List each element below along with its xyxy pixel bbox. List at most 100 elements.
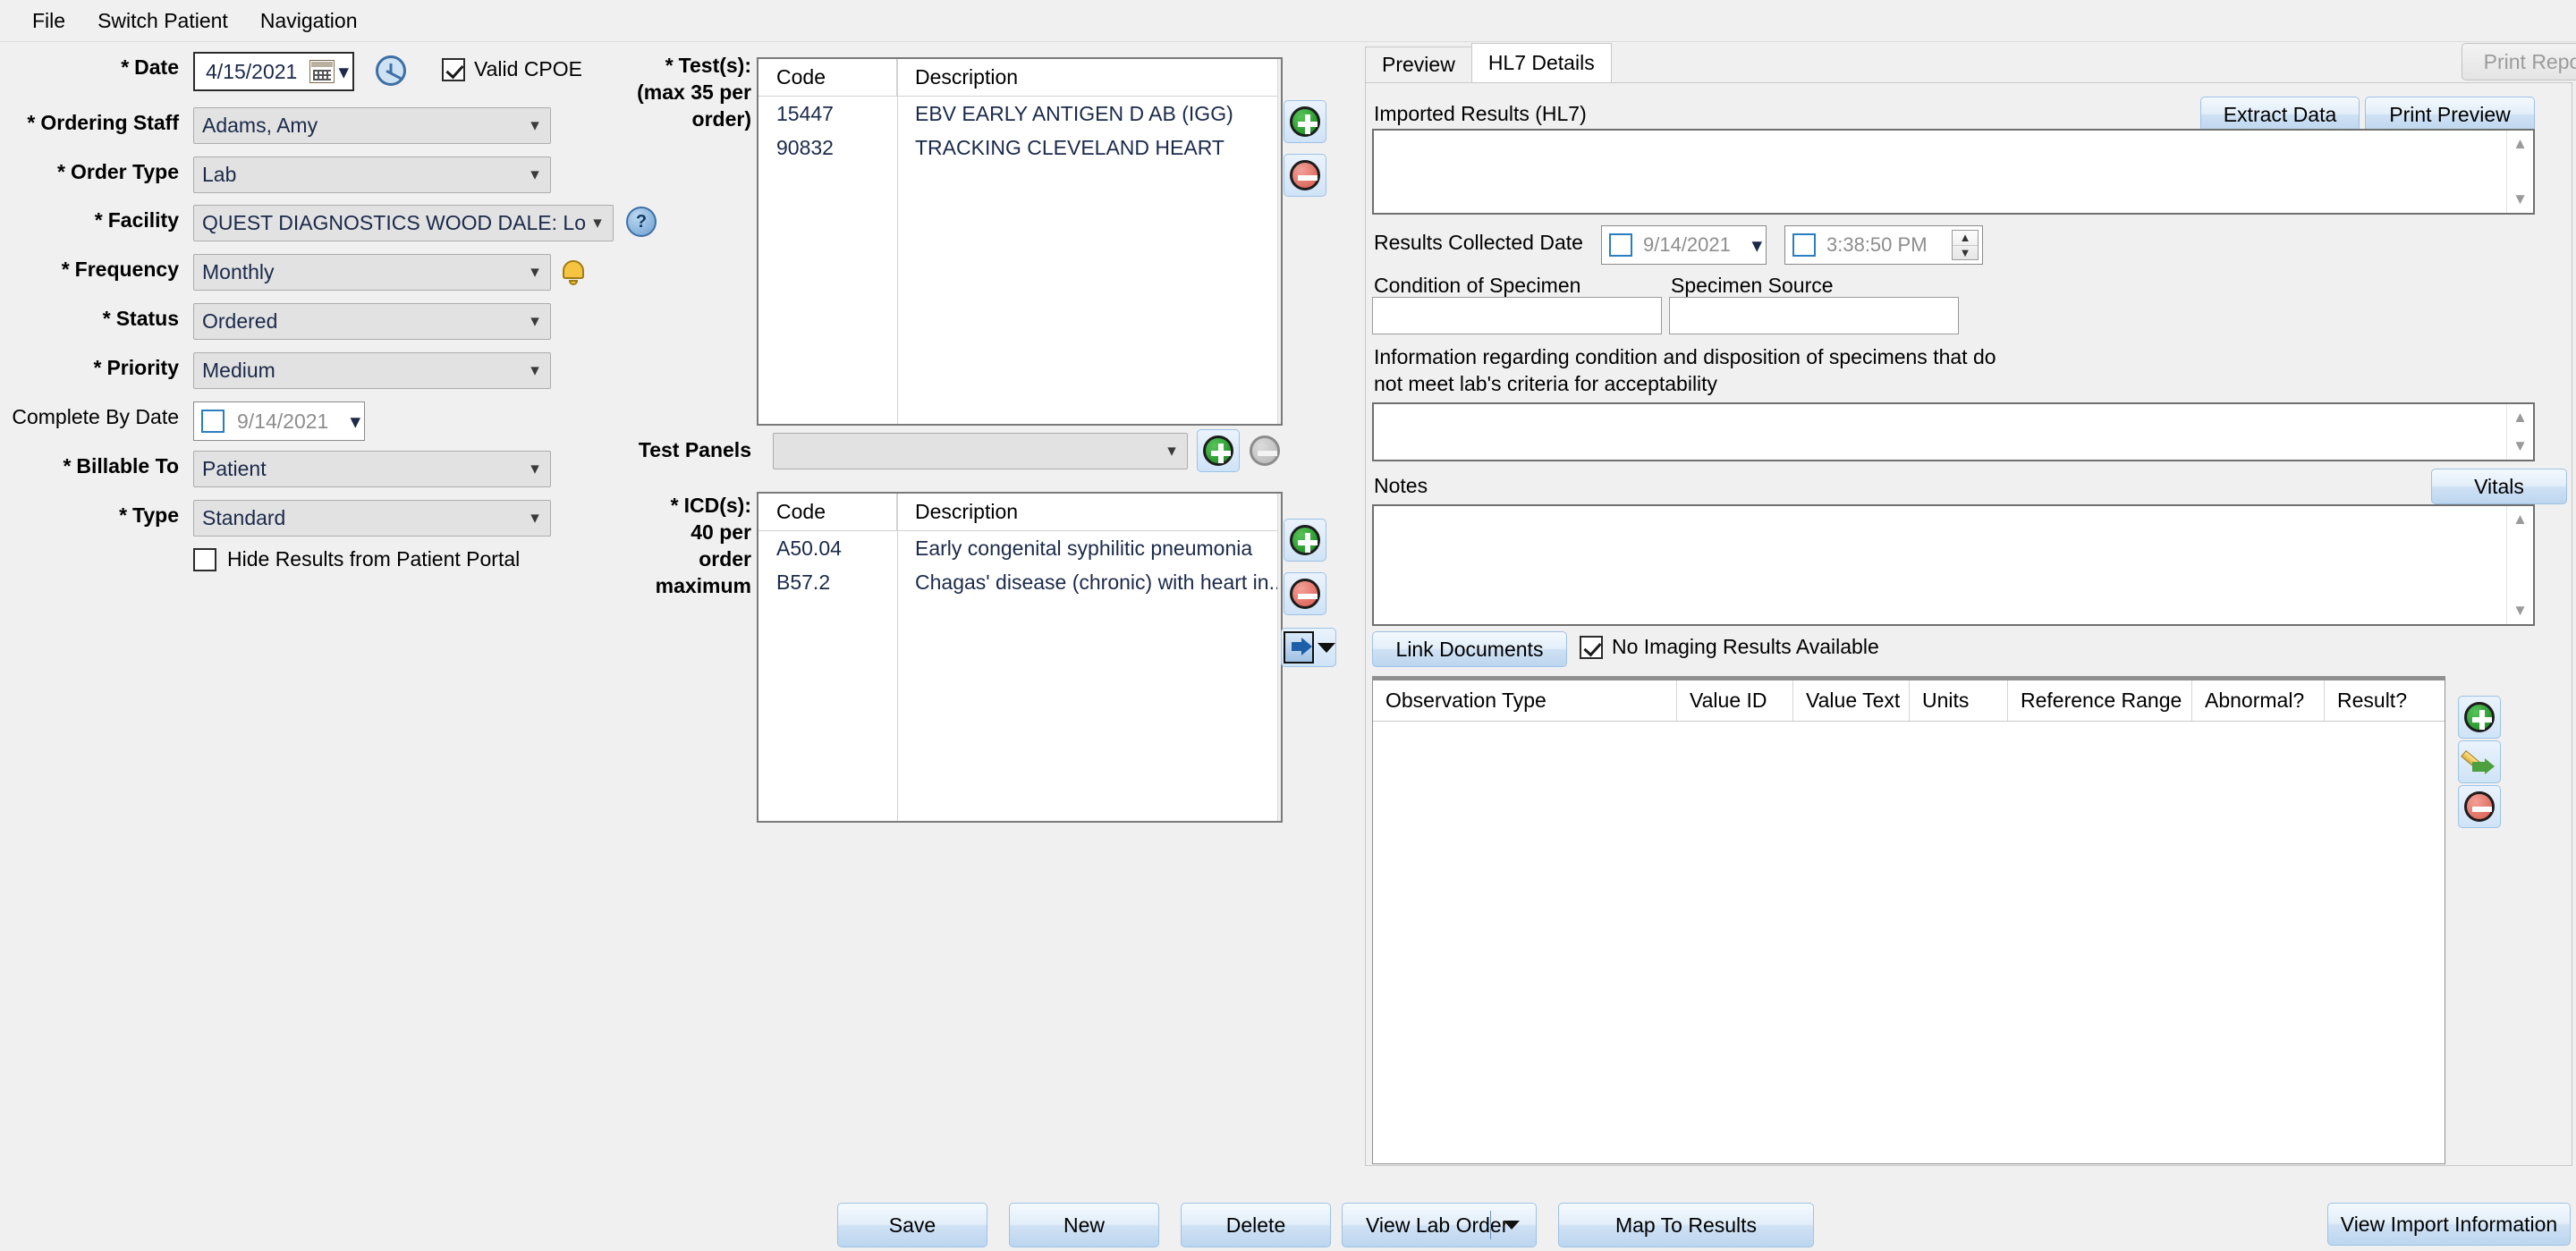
complete-by-date-checkbox[interactable] xyxy=(201,410,225,433)
specimen-notes-scrollbar[interactable]: ▲ ▼ xyxy=(2506,404,2533,460)
notes-textarea[interactable]: ▲ ▼ xyxy=(1372,504,2535,626)
help-icon[interactable]: ? xyxy=(626,207,657,237)
results-collected-date-checkbox[interactable] xyxy=(1609,233,1632,257)
spinner-up-icon[interactable]: ▲ xyxy=(1953,231,1978,246)
remove-result-button[interactable] xyxy=(2458,785,2501,828)
type-label: Type xyxy=(0,503,179,528)
notes-scrollbar[interactable]: ▲ ▼ xyxy=(2506,506,2533,624)
order-type-select[interactable]: Lab ▾ xyxy=(193,156,551,193)
chevron-down-icon[interactable]: ▾ xyxy=(523,264,547,281)
tests-grid[interactable]: Code Description 15447 EBV EARLY ANTIGEN… xyxy=(757,57,1283,426)
specimen-notes-textarea[interactable]: ▲ ▼ xyxy=(1372,402,2535,461)
delete-button[interactable]: Delete xyxy=(1181,1203,1331,1247)
chevron-down-icon[interactable]: ▾ xyxy=(523,117,547,134)
status-select[interactable]: Ordered ▾ xyxy=(193,303,551,340)
results-collected-time-input[interactable]: 3:38:50 PM ▲▼ xyxy=(1784,225,1983,265)
priority-select[interactable]: Medium ▾ xyxy=(193,352,551,389)
bell-icon[interactable] xyxy=(560,258,587,286)
minus-circle-icon xyxy=(1250,435,1280,466)
link-documents-button[interactable]: Link Documents xyxy=(1372,631,1567,667)
chevron-down-icon[interactable]: ▾ xyxy=(523,166,547,183)
menu-divider xyxy=(0,41,2576,42)
view-import-information-button[interactable]: View Import Information xyxy=(2327,1203,2571,1246)
menu-item-file[interactable]: File xyxy=(16,4,81,38)
results-table[interactable]: Observation Type Value ID Value Text Uni… xyxy=(1372,676,2445,1164)
table-row[interactable]: B57.2 Chagas' disease (chronic) with hea… xyxy=(758,565,1281,599)
remove-test-panel-button[interactable] xyxy=(1243,429,1286,472)
clock-icon[interactable] xyxy=(376,55,406,86)
specimen-source-input[interactable] xyxy=(1669,297,1959,334)
map-to-results-button[interactable]: Map To Results xyxy=(1558,1203,1814,1247)
type-select[interactable]: Standard ▾ xyxy=(193,500,551,537)
scroll-up-icon[interactable]: ▲ xyxy=(2507,406,2533,429)
billable-to-label: Billable To xyxy=(0,454,179,478)
scroll-up-icon[interactable]: ▲ xyxy=(2507,132,2533,156)
chevron-down-icon[interactable]: ▾ xyxy=(586,215,609,232)
transfer-icd-button[interactable] xyxy=(1281,628,1336,667)
tab-hl7-details[interactable]: HL7 Details xyxy=(1471,43,1612,82)
add-test-button[interactable] xyxy=(1284,100,1326,143)
test-code: 15447 xyxy=(758,102,897,126)
tests-grid-divider xyxy=(897,59,898,424)
date-input[interactable]: 4/15/2021 ▾ xyxy=(193,52,354,91)
icds-grid[interactable]: Code Description A50.04 Early congenital… xyxy=(757,492,1283,823)
print-preview-button[interactable]: Print Preview xyxy=(2365,97,2535,132)
hide-results-checkbox[interactable] xyxy=(193,548,216,571)
condition-of-specimen-input[interactable] xyxy=(1372,297,1662,334)
test-panels-label: Test Panels xyxy=(572,438,751,462)
hide-results-checkbox-group[interactable]: Hide Results from Patient Portal xyxy=(193,547,520,571)
test-panels-select[interactable]: ▾ xyxy=(773,433,1188,469)
remove-icd-button[interactable] xyxy=(1284,572,1326,615)
vitals-button[interactable]: Vitals xyxy=(2431,469,2567,504)
scroll-up-icon[interactable]: ▲ xyxy=(2507,508,2533,531)
new-button[interactable]: New xyxy=(1009,1203,1159,1247)
remove-test-button[interactable] xyxy=(1284,154,1326,197)
chevron-down-icon[interactable]: ▾ xyxy=(523,461,547,478)
billable-to-select[interactable]: Patient ▾ xyxy=(193,451,551,487)
valid-cpoe-checkbox[interactable] xyxy=(442,58,465,81)
imported-results-scrollbar[interactable]: ▲ ▼ xyxy=(2506,131,2533,213)
scroll-down-icon[interactable]: ▼ xyxy=(2507,435,2533,458)
facility-value: QUEST DIAGNOSTICS WOOD DALE: Local xyxy=(202,211,586,235)
tests-label-line2: (max 35 per xyxy=(572,79,751,106)
frequency-select[interactable]: Monthly ▾ xyxy=(193,254,551,291)
results-collected-date-input[interactable]: 9/14/2021 ▾ xyxy=(1601,225,1767,265)
scroll-down-icon[interactable]: ▼ xyxy=(2507,188,2533,211)
chevron-down-icon[interactable] xyxy=(1504,1221,1520,1230)
chevron-down-icon[interactable] xyxy=(1318,643,1335,653)
view-lab-order-button[interactable]: View Lab Order xyxy=(1342,1203,1537,1247)
time-spinner[interactable]: ▲▼ xyxy=(1952,230,1979,260)
chevron-down-icon[interactable]: ▾ xyxy=(523,313,547,330)
table-row[interactable]: 15447 EBV EARLY ANTIGEN D AB (IGG) xyxy=(758,97,1281,131)
add-result-button[interactable] xyxy=(2458,696,2501,739)
no-imaging-results-checkbox[interactable] xyxy=(1580,636,1603,659)
tests-grid-scrollbar[interactable] xyxy=(1277,59,1281,424)
no-imaging-results-checkbox-group[interactable]: No Imaging Results Available xyxy=(1580,635,1879,659)
imported-results-textarea[interactable]: ▲ ▼ xyxy=(1372,129,2535,215)
valid-cpoe-checkbox-group[interactable]: Valid CPOE xyxy=(442,57,582,81)
menu-item-switch-patient[interactable]: Switch Patient xyxy=(81,4,244,38)
calendar-icon[interactable] xyxy=(309,60,335,83)
ordering-staff-select[interactable]: Adams, Amy ▾ xyxy=(193,107,551,144)
print-report-button[interactable]: Print Report xyxy=(2462,43,2576,80)
chevron-down-icon[interactable]: ▾ xyxy=(1751,233,1762,258)
chevron-down-icon[interactable]: ▾ xyxy=(350,410,360,434)
table-row[interactable]: 90832 TRACKING CLEVELAND HEART xyxy=(758,131,1281,165)
scroll-down-icon[interactable]: ▼ xyxy=(2507,599,2533,622)
add-icd-button[interactable] xyxy=(1284,519,1326,562)
chevron-down-icon[interactable]: ▾ xyxy=(523,510,547,527)
chevron-down-icon[interactable]: ▾ xyxy=(1160,443,1183,460)
add-test-panel-button[interactable] xyxy=(1197,429,1240,472)
edit-result-button[interactable] xyxy=(2458,740,2501,783)
complete-by-date-input[interactable]: 9/14/2021 ▾ xyxy=(193,402,365,441)
tab-preview[interactable]: Preview xyxy=(1365,46,1472,82)
chevron-down-icon[interactable]: ▾ xyxy=(523,362,547,379)
chevron-down-icon[interactable]: ▾ xyxy=(338,60,349,84)
extract-data-button[interactable]: Extract Data xyxy=(2200,97,2360,132)
results-collected-time-checkbox[interactable] xyxy=(1792,233,1816,257)
save-button[interactable]: Save xyxy=(837,1203,987,1247)
table-row[interactable]: A50.04 Early congenital syphilitic pneum… xyxy=(758,531,1281,565)
menu-item-navigation[interactable]: Navigation xyxy=(244,4,374,38)
facility-select[interactable]: QUEST DIAGNOSTICS WOOD DALE: Local ▾ xyxy=(193,205,614,241)
spinner-down-icon[interactable]: ▼ xyxy=(1953,246,1978,260)
